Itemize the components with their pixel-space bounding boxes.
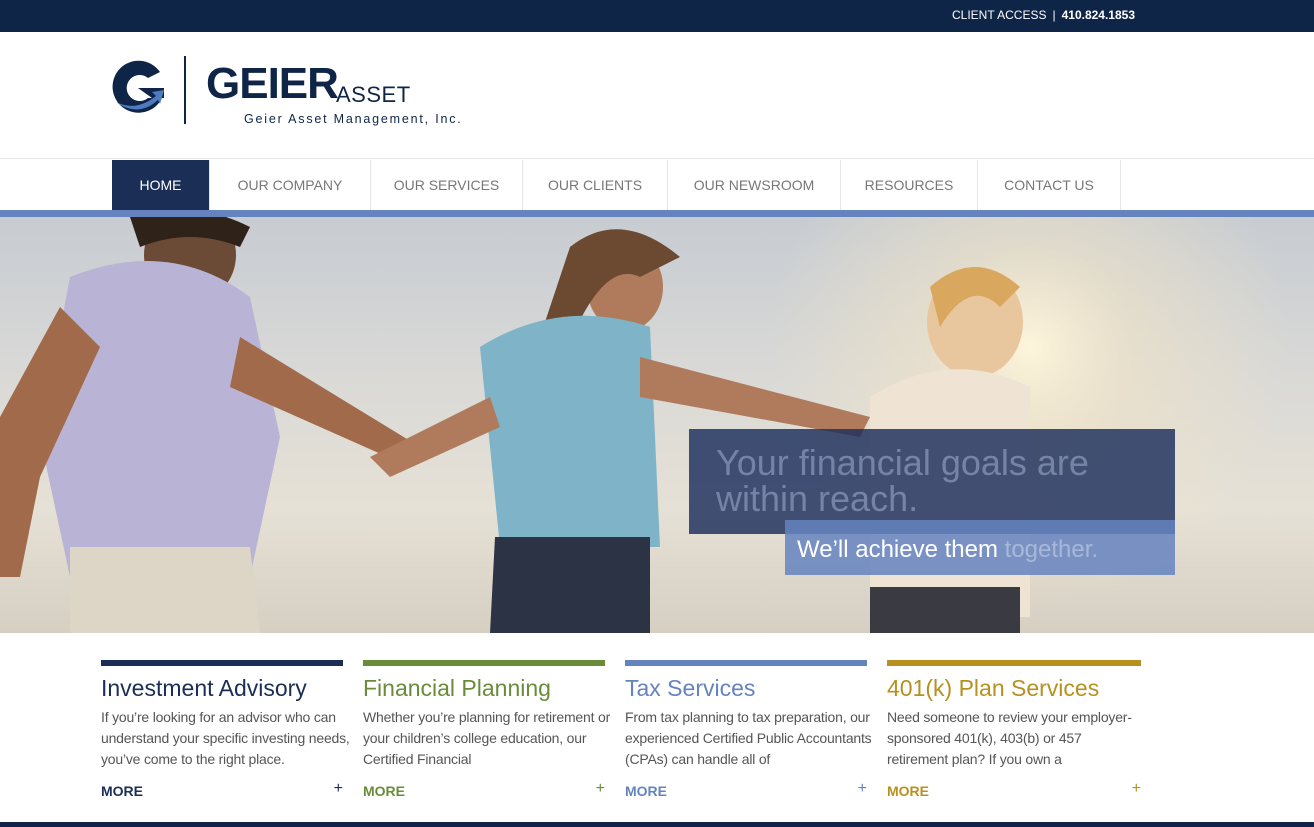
phone-link[interactable]: 410.824.1853 — [1062, 8, 1135, 22]
service-description: From tax planning to tax preparation, ou… — [625, 709, 872, 767]
service-401k-plan-services: 401(k) Plan Services Need someone to rev… — [887, 660, 1141, 805]
nav-item-resources[interactable]: RESOURCES — [841, 160, 978, 210]
service-more-link[interactable]: MORE — [101, 783, 143, 799]
hero-sub-main: We’ll achieve them — [797, 536, 998, 563]
nav-accent-stripe — [0, 210, 1314, 217]
service-accent-bar — [625, 660, 867, 666]
hero-sub-fade: together. — [997, 536, 1099, 563]
top-bar: CLIENT ACCESS | 410.824.1853 — [0, 0, 1314, 32]
nav-item-our-company[interactable]: OUR COMPANY — [210, 160, 371, 210]
main-nav: HOME OUR COMPANY OUR SERVICES OUR CLIENT… — [0, 160, 1314, 210]
hero-subheadline: We’ll achieve them together. — [797, 538, 1098, 562]
footer-bar — [0, 822, 1314, 827]
service-more-link[interactable]: MORE — [363, 783, 405, 799]
hero-headline-box: Your financial goals are within reach. — [689, 429, 1175, 534]
nav-item-home[interactable]: HOME — [112, 160, 210, 210]
logo[interactable]: GEIER ASSET Geier Asset Management, Inc. — [108, 56, 488, 136]
hero-headline: Your financial goals are within reach. — [716, 442, 1089, 519]
top-bar-separator: | — [1052, 8, 1056, 22]
site-header: GEIER ASSET Geier Asset Management, Inc. — [0, 32, 1314, 159]
service-accent-bar — [101, 660, 343, 666]
service-investment-advisory: Investment Advisory If you’re looking fo… — [101, 660, 350, 805]
logo-asset: ASSET — [336, 82, 411, 107]
service-description: If you’re looking for an advisor who can… — [101, 709, 350, 767]
nav-item-our-clients[interactable]: OUR CLIENTS — [523, 160, 668, 210]
service-financial-planning: Financial Planning Whether you’re planni… — [363, 660, 610, 805]
service-description: Whether you’re planning for retirement o… — [363, 709, 611, 767]
nav-item-contact-us[interactable]: CONTACT US — [978, 160, 1121, 210]
top-bar-links: CLIENT ACCESS | 410.824.1853 — [952, 8, 1135, 22]
logo-subtitle: Geier Asset Management, Inc. — [244, 112, 463, 126]
nav-item-our-services[interactable]: OUR SERVICES — [371, 160, 523, 210]
service-title[interactable]: Investment Advisory — [101, 675, 307, 702]
client-access-link[interactable]: CLIENT ACCESS — [952, 8, 1046, 22]
plus-icon[interactable]: + — [334, 780, 343, 798]
service-accent-bar — [887, 660, 1141, 666]
service-description: Need someone to review your employer-spo… — [887, 709, 1132, 767]
service-accent-bar — [363, 660, 605, 666]
service-tax-services: Tax Services From tax planning to tax pr… — [625, 660, 872, 805]
logo-divider — [184, 56, 186, 124]
logo-name: GEIER — [206, 59, 339, 108]
geier-g-logo-icon — [112, 60, 164, 113]
service-title[interactable]: Tax Services — [625, 675, 755, 702]
hero-banner: Your financial goals are within reach. W… — [0, 217, 1314, 633]
plus-icon[interactable]: + — [858, 780, 867, 798]
plus-icon[interactable]: + — [1132, 780, 1141, 798]
services-section: Investment Advisory If you’re looking fo… — [101, 660, 1141, 810]
service-more-link[interactable]: MORE — [625, 783, 667, 799]
service-title[interactable]: Financial Planning — [363, 675, 551, 702]
hero-subheadline-box: We’ll achieve them together. — [785, 520, 1175, 575]
nav-list: HOME OUR COMPANY OUR SERVICES OUR CLIENT… — [112, 160, 1121, 210]
service-more-link[interactable]: MORE — [887, 783, 929, 799]
nav-item-our-newsroom[interactable]: OUR NEWSROOM — [668, 160, 841, 210]
service-title[interactable]: 401(k) Plan Services — [887, 675, 1099, 702]
plus-icon[interactable]: + — [596, 780, 605, 798]
